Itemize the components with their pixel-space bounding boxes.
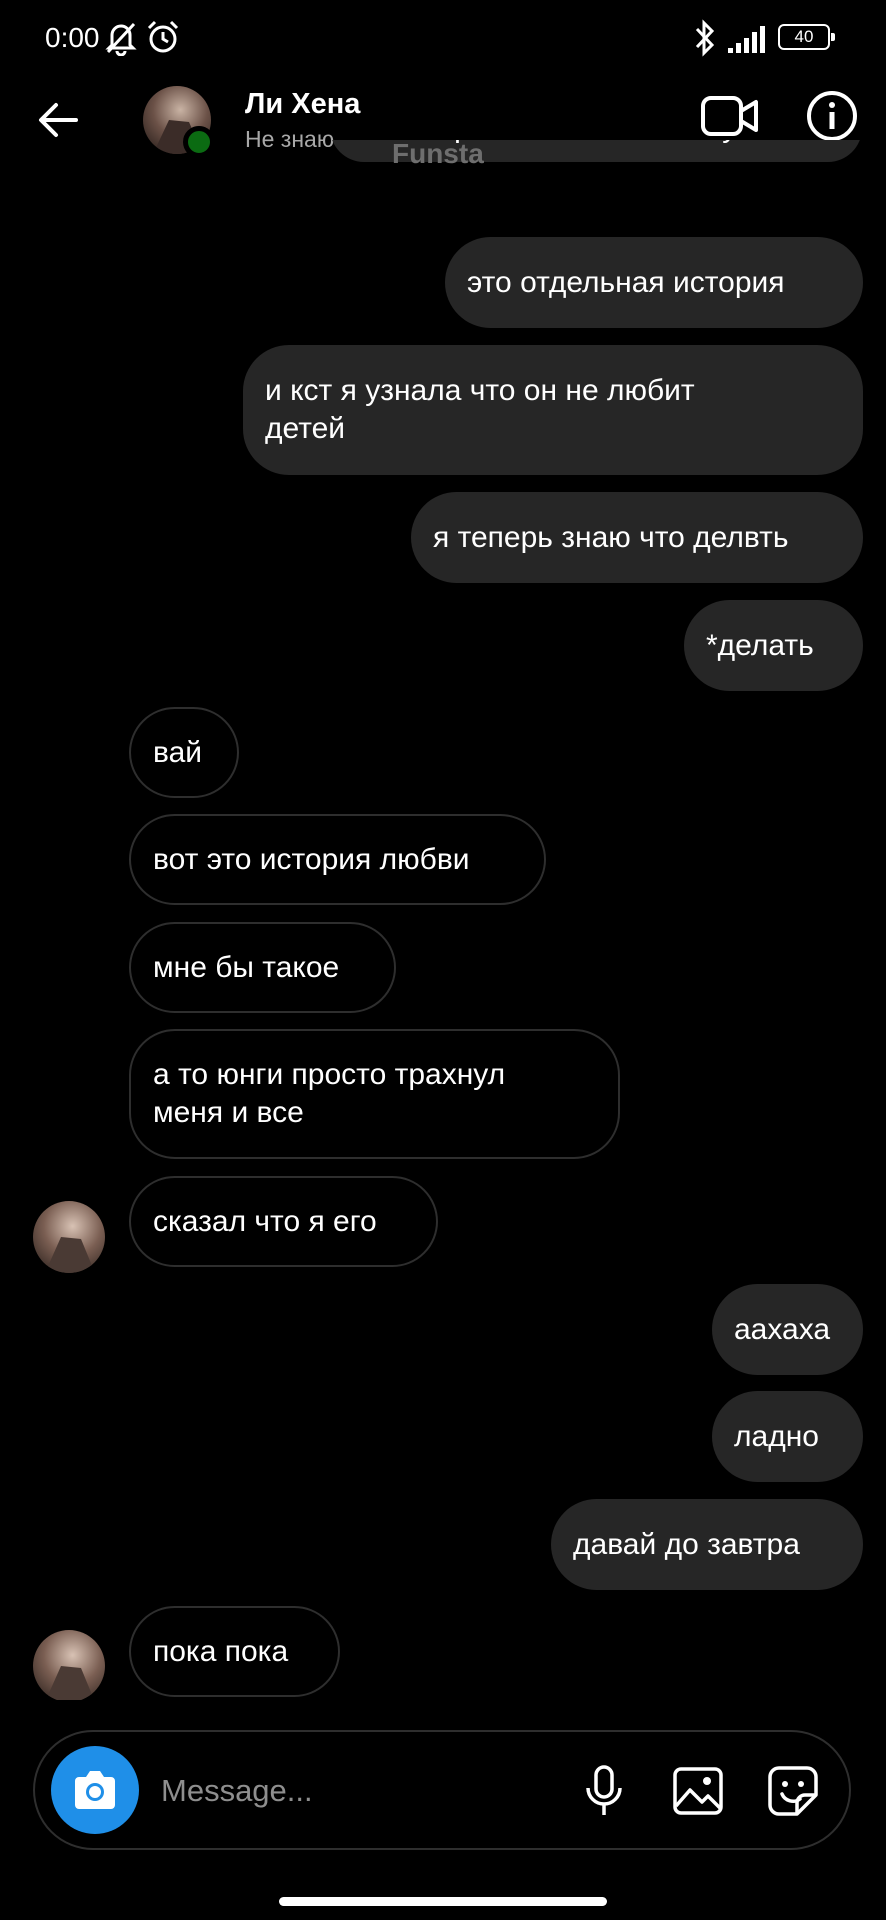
bell-muted-icon [105, 22, 137, 56]
avatar-image [33, 1201, 105, 1273]
alarm-icon [147, 20, 179, 53]
video-call-icon[interactable] [700, 92, 760, 140]
microphone-button[interactable] [575, 1762, 633, 1820]
bluetooth-icon [695, 19, 715, 57]
status-time: 0:00 [45, 22, 100, 53]
contact-name[interactable]: Ли Хена [245, 88, 360, 121]
message-bubble-outgoing[interactable]: я теперь знаю что делвть [411, 492, 863, 583]
message-bubble-incoming[interactable]: вай [129, 707, 239, 798]
battery-icon: 40 [778, 24, 835, 50]
avatar-image [33, 1630, 105, 1700]
message-bubble-outgoing[interactable]: аахаха [712, 1284, 863, 1375]
arrow-left-icon [39, 103, 78, 137]
status-bar: 0:00 40 [0, 0, 886, 78]
gallery-button[interactable] [669, 1762, 727, 1820]
message-bubble-incoming[interactable]: вот это история любви [129, 814, 546, 905]
message-bubble-incoming[interactable]: мне бы такое [129, 922, 396, 1013]
message-bubble-outgoing[interactable]: ладно [712, 1391, 863, 1482]
message-bubble-incoming[interactable]: пока пока [129, 1606, 340, 1697]
message-bubble-incoming[interactable]: сказал что я его [129, 1176, 438, 1267]
message-bubble-outgoing[interactable]: и кст я узнала что он не любит детей [243, 345, 863, 475]
message-composer [33, 1730, 851, 1850]
message-bubble-outgoing[interactable]: это отдельная история [445, 237, 863, 328]
message-list[interactable]: мы просто в малышом гуляли это отдельная… [0, 140, 886, 1700]
image-icon [673, 1767, 723, 1815]
microphone-icon [586, 1765, 622, 1815]
sticker-button[interactable] [764, 1762, 822, 1820]
sender-avatar[interactable] [33, 1630, 105, 1700]
back-button[interactable] [32, 94, 84, 146]
info-icon[interactable] [805, 89, 859, 143]
sticker-icon [768, 1766, 818, 1816]
camera-icon [75, 1771, 115, 1809]
sender-avatar[interactable] [33, 1201, 105, 1273]
message-bubble-outgoing[interactable]: давай до завтра [551, 1499, 863, 1590]
home-indicator[interactable] [279, 1897, 607, 1906]
camera-button[interactable] [51, 1746, 139, 1834]
watermark: Funsta [392, 138, 484, 169]
message-bubble-outgoing[interactable]: *делать [684, 600, 863, 691]
signal-icon [728, 26, 765, 53]
message-bubble-incoming[interactable]: а то юнги просто трахнул меня и все [129, 1029, 620, 1159]
message-input[interactable] [161, 1766, 461, 1816]
